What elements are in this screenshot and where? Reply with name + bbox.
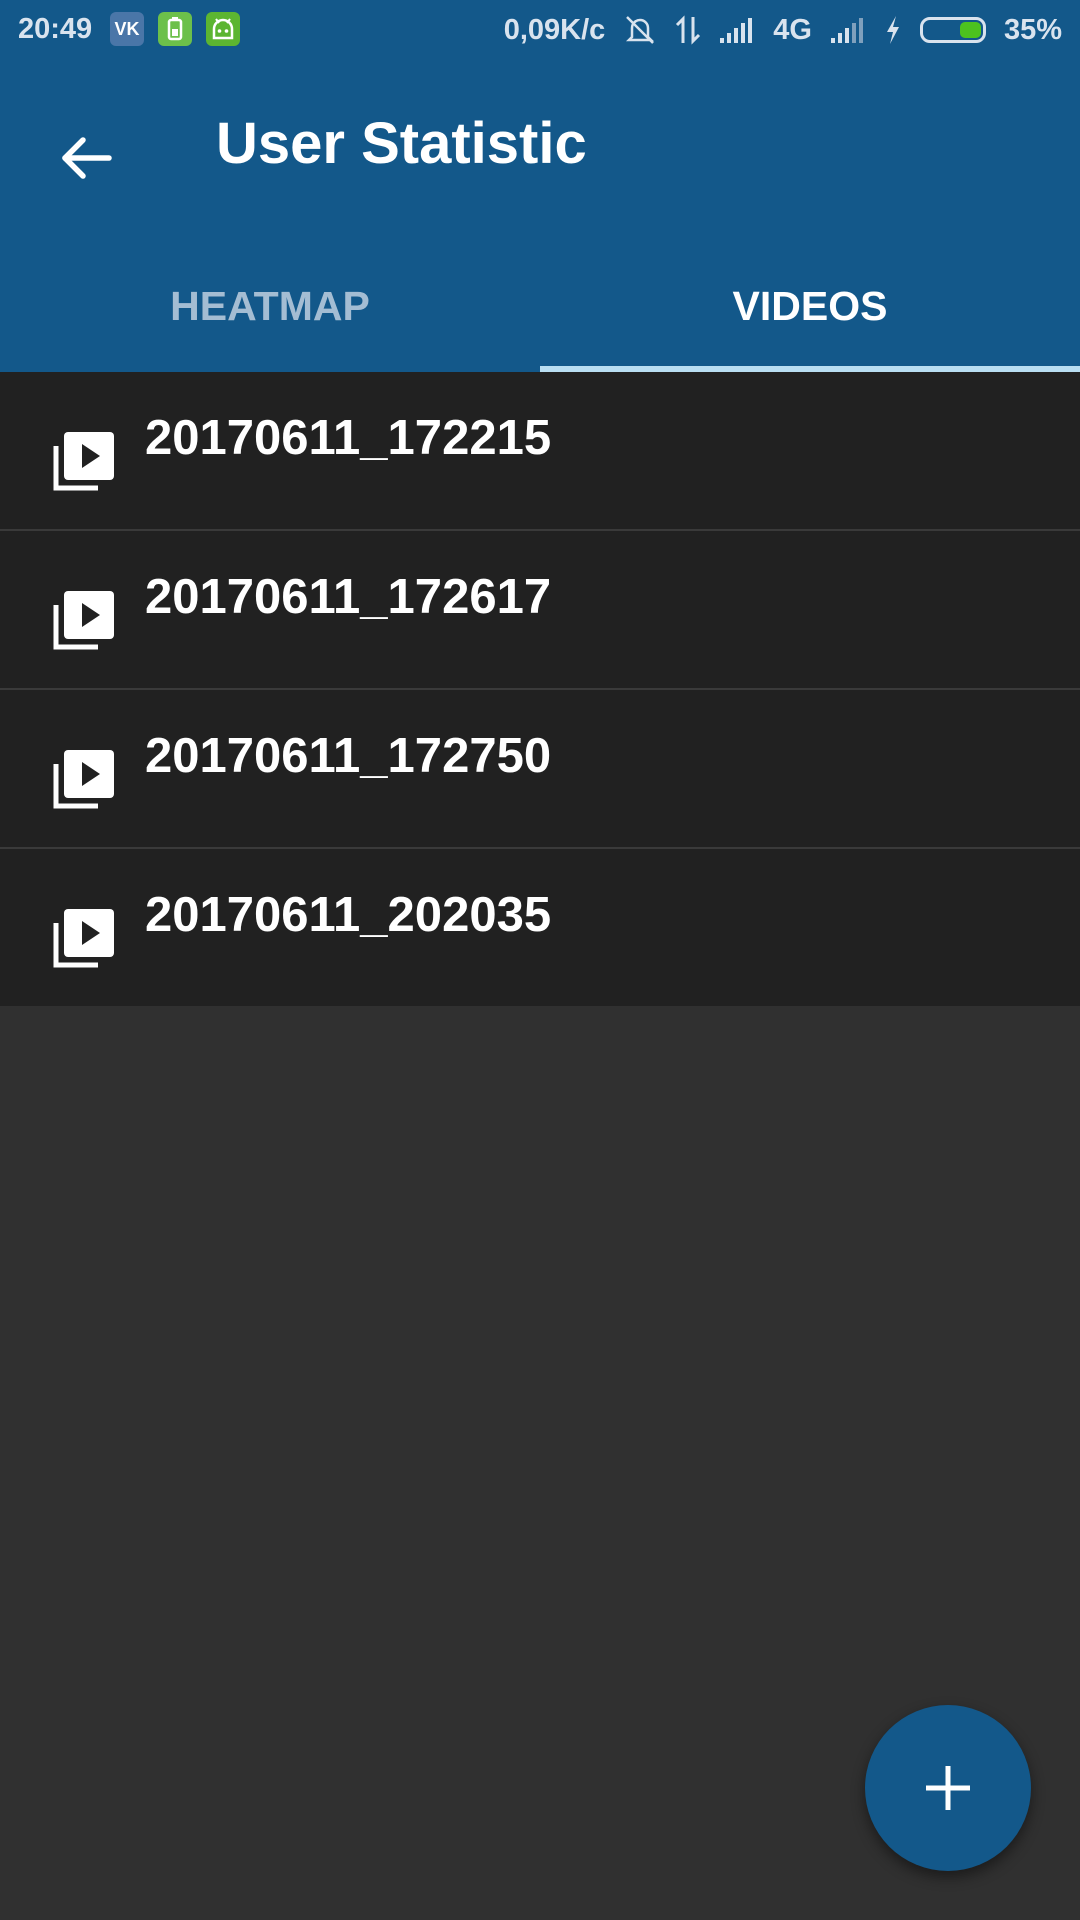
- data-transfer-icon: [675, 15, 701, 45]
- video-list: 20170611_172215 20170611_172617 20170611…: [0, 372, 1080, 1006]
- video-library-icon: [53, 591, 114, 650]
- video-library-icon: [53, 750, 114, 809]
- android-app-icon: [206, 12, 240, 46]
- battery-fill: [959, 22, 981, 38]
- app-bar: User Statistic HEATMAP VIDEOS: [0, 63, 1080, 372]
- charging-icon: [884, 15, 902, 45]
- status-right: 0,09K/c 4G 35%: [504, 13, 1062, 47]
- network-type: 4G: [773, 13, 812, 46]
- video-list-item[interactable]: 20170611_172750: [0, 690, 1080, 849]
- plus-icon: [926, 1766, 970, 1810]
- network-speed: 0,09K/c: [503, 13, 606, 46]
- video-name: 20170611_202035: [145, 888, 552, 942]
- battery-percent: 35%: [1003, 13, 1062, 46]
- video-name: 20170611_172617: [145, 570, 552, 624]
- video-library-icon: [53, 909, 114, 968]
- video-list-item[interactable]: 20170611_172215: [0, 372, 1080, 531]
- status-bar: 20:49 VK 0,09K/c 4G 35%: [0, 0, 1080, 63]
- video-list-item[interactable]: 20170611_172617: [0, 531, 1080, 690]
- video-name: 20170611_172215: [145, 411, 552, 465]
- battery-icon: [919, 17, 986, 43]
- back-button[interactable]: [40, 113, 130, 203]
- page-title: User Statistic: [216, 111, 587, 176]
- video-list-item[interactable]: 20170611_202035: [0, 849, 1080, 1006]
- tab-videos[interactable]: VIDEOS: [540, 243, 1080, 369]
- battery-app-icon: [158, 12, 192, 46]
- vk-app-icon: VK: [110, 12, 144, 46]
- tab-heatmap[interactable]: HEATMAP: [0, 243, 540, 369]
- video-name: 20170611_172750: [145, 729, 552, 783]
- signal-icon: [719, 16, 755, 44]
- mute-bell-icon: [623, 13, 657, 47]
- status-time: 20:49: [18, 13, 93, 45]
- signal-weak-icon: [830, 16, 866, 44]
- add-video-button[interactable]: [865, 1705, 1031, 1871]
- screen: 20:49 VK 0,09K/c 4G 35% User Statistic H…: [0, 0, 1080, 1920]
- arrow-left-icon: [62, 137, 112, 179]
- video-library-icon: [53, 432, 114, 491]
